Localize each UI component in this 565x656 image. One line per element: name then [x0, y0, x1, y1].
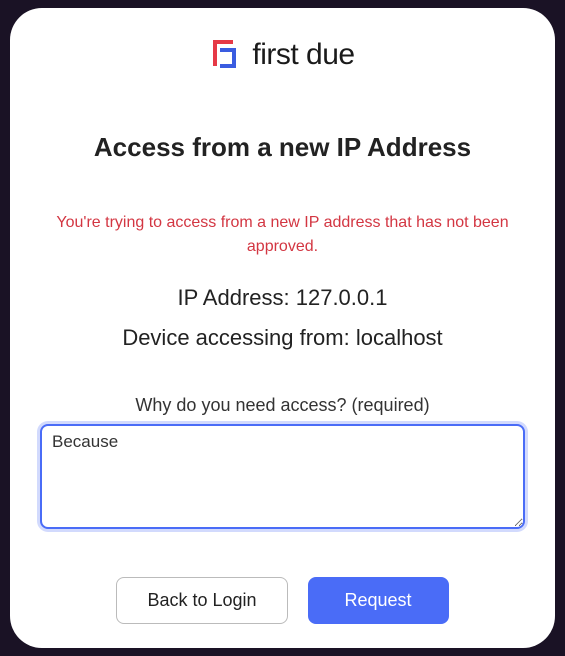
- device-value: localhost: [356, 325, 443, 350]
- back-to-login-button[interactable]: Back to Login: [116, 577, 287, 624]
- button-row: Back to Login Request: [40, 577, 525, 624]
- brand-name: first due: [252, 38, 354, 72]
- ip-label: IP Address:: [178, 285, 296, 310]
- warning-message: You're trying to access from a new IP ad…: [40, 211, 525, 259]
- ip-access-card: first due Access from a new IP Address Y…: [10, 8, 555, 648]
- page-title: Access from a new IP Address: [40, 132, 525, 163]
- ip-value: 127.0.0.1: [296, 285, 388, 310]
- firstdue-logo-icon: [210, 38, 240, 72]
- device-label: Device accessing from:: [122, 325, 356, 350]
- ip-address-line: IP Address: 127.0.0.1: [40, 285, 525, 311]
- device-line: Device accessing from: localhost: [40, 325, 525, 351]
- reason-label: Why do you need access? (required): [40, 395, 525, 416]
- reason-textarea[interactable]: [40, 424, 525, 529]
- brand-logo: first due: [40, 38, 525, 72]
- request-button[interactable]: Request: [308, 577, 449, 624]
